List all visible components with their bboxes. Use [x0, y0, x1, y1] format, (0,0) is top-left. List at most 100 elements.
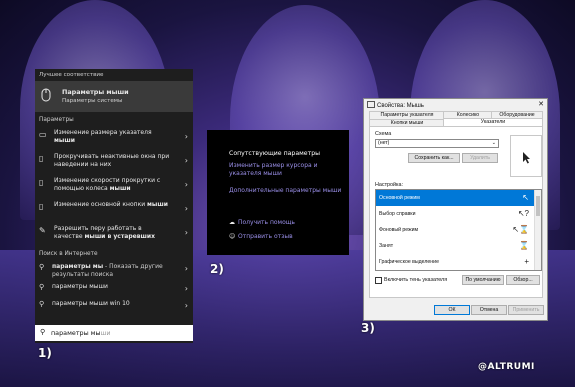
- web-result[interactable]: ⚲ параметры мыши ›: [35, 280, 193, 297]
- arrow-cursor-icon: [523, 152, 530, 164]
- step-label-3: 3): [361, 321, 375, 335]
- setting-label: Изменение размера указателя: [54, 129, 152, 136]
- best-match-subtitle: Параметры системы: [62, 98, 123, 104]
- setting-item[interactable]: ▯ Изменение основной кнопки мыши ›: [35, 198, 193, 222]
- setting-label: Изменение основной кнопки: [54, 201, 146, 208]
- additional-mouse-settings-link[interactable]: Дополнительные параметры мыши: [229, 187, 344, 195]
- pointers-tab-panel: Схема (нет) ⌄ Сохранить как... Удалить Н…: [369, 126, 543, 298]
- arrow-cursor-icon: ↖: [522, 193, 529, 202]
- setting-label: Изменение скорости прокрутки с помощью к…: [54, 177, 161, 193]
- setting-item[interactable]: ▯ Прокручивать неактивные окна при навед…: [35, 150, 193, 174]
- dialog-title-text: Свойства: Мышь: [377, 103, 424, 109]
- best-match-header: Лучшее соответствие: [39, 72, 104, 78]
- pointer-shadow-checkbox[interactable]: [375, 277, 382, 284]
- search-autocomplete-text: ши: [100, 329, 111, 337]
- chevron-right-icon: ›: [184, 204, 188, 213]
- web-result[interactable]: ⚲ параметры мыши win 10 ›: [35, 297, 193, 314]
- browse-button[interactable]: Обзор...: [506, 275, 540, 285]
- web-result-query: параметры мыши win 10: [52, 300, 130, 307]
- setting-label-bold: мыши в устаревших: [84, 233, 155, 241]
- web-result-query: параметры мыши: [52, 283, 108, 290]
- start-search-panel: Лучшее соответствие Параметры мыши Парам…: [35, 69, 193, 343]
- list-item[interactable]: Графическое выделение +: [376, 254, 541, 270]
- setting-label-bold: мыши: [109, 185, 131, 193]
- crosshair-icon: +: [524, 257, 529, 266]
- customize-label: Настройка:: [375, 182, 404, 188]
- related-settings-panel: Сопутствующие параметры Изменить размер …: [207, 130, 349, 255]
- delete-button[interactable]: Удалить: [462, 153, 498, 163]
- pen-icon: ✎: [39, 226, 46, 235]
- web-search-header: Поиск в Интернете: [39, 251, 98, 257]
- help-icon: ☁: [229, 219, 235, 226]
- help-cursor-icon: ↖?: [517, 209, 529, 218]
- chevron-right-icon: ›: [184, 132, 188, 141]
- cursor-preview: [510, 135, 542, 177]
- cursor-name: Занят: [379, 243, 394, 249]
- setting-item[interactable]: ▭ Изменение размера указателя мыши ›: [35, 126, 193, 150]
- search-icon: ⚲: [39, 283, 45, 291]
- list-item[interactable]: Фоновый режим ↖⌛: [376, 222, 541, 238]
- apply-button[interactable]: Применить: [508, 305, 544, 315]
- mouse-properties-dialog: Свойства: Мышь ✕ Параметры указателя Кол…: [363, 98, 548, 321]
- list-item[interactable]: Занят ⌛: [376, 238, 541, 254]
- setting-label-bold: мыши: [54, 137, 75, 145]
- related-settings-title: Сопутствующие параметры: [229, 150, 321, 157]
- cancel-button[interactable]: Отмена: [471, 305, 507, 315]
- send-feedback-link[interactable]: ☺ Отправить отзыв: [229, 233, 293, 240]
- close-icon[interactable]: ✕: [538, 100, 544, 108]
- chevron-right-icon: ›: [184, 180, 188, 189]
- pointer-shadow-label: Включить тень указателя: [384, 277, 448, 283]
- feedback-icon: ☺: [229, 233, 236, 240]
- list-scrollbar[interactable]: [534, 190, 541, 270]
- scheme-select[interactable]: (нет) ⌄: [375, 139, 499, 148]
- tab-pointer-options[interactable]: Параметры указателя: [369, 111, 445, 119]
- chevron-right-icon: ›: [184, 301, 188, 310]
- scheme-label: Схема: [375, 131, 392, 137]
- search-input[interactable]: ⚲ параметры мыши: [35, 325, 193, 341]
- scheme-value: (нет): [378, 140, 390, 146]
- mouse-icon: ▯: [39, 178, 44, 187]
- cursor-name: Графическое выделение: [379, 259, 439, 265]
- search-typed-text: параметры мы: [51, 329, 101, 337]
- chevron-right-icon: ›: [184, 284, 188, 293]
- step-label-2: 2): [210, 262, 224, 276]
- watermark: @ALTRUMI: [478, 362, 535, 372]
- chevron-right-icon: ›: [184, 264, 188, 273]
- get-help-label: Получить помощь: [238, 219, 295, 226]
- cursor-name: Выбор справки: [379, 211, 416, 217]
- step-label-1: 1): [38, 346, 52, 360]
- chevron-right-icon: ›: [184, 156, 188, 165]
- web-result-query: параметры мы: [52, 263, 104, 270]
- cursor-name: Основной режим: [379, 195, 420, 201]
- setting-label-bold: мыши: [147, 201, 168, 208]
- hourglass-icon: ⌛: [519, 241, 529, 250]
- cursor-name: Фоновый режим: [379, 227, 419, 233]
- search-icon: ⚲: [39, 300, 45, 308]
- web-result[interactable]: ⚲ параметры мы - Показать другие результ…: [35, 260, 193, 280]
- setting-item[interactable]: ✎ Разрешить перу работать в качестве мыш…: [35, 222, 193, 246]
- use-default-button[interactable]: По умолчанию: [462, 275, 504, 285]
- search-icon: ⚲: [40, 328, 46, 336]
- cursor-list[interactable]: Основной режим ↖ Выбор справки ↖? Фоновы…: [375, 189, 542, 271]
- list-item[interactable]: Основной режим ↖: [376, 190, 541, 206]
- setting-item[interactable]: ▯ Изменение скорости прокрутки с помощью…: [35, 174, 193, 198]
- mouse-icon: ▯: [39, 154, 44, 163]
- mouse-icon: [41, 88, 51, 102]
- chevron-right-icon: ›: [184, 228, 188, 237]
- settings-header: Параметры: [39, 117, 74, 123]
- list-item[interactable]: Выбор справки ↖?: [376, 206, 541, 222]
- pointer-size-link[interactable]: Изменить размер курсора и указателя мыши: [229, 162, 344, 178]
- send-feedback-label: Отправить отзыв: [238, 233, 293, 240]
- best-match-title: Параметры мыши: [62, 88, 129, 96]
- get-help-link[interactable]: ☁ Получить помощь: [229, 219, 295, 226]
- best-match-result[interactable]: Параметры мыши Параметры системы: [35, 81, 193, 112]
- setting-label: Прокручивать неактивные окна при наведен…: [54, 153, 170, 169]
- chevron-down-icon: ⌄: [491, 140, 496, 146]
- search-icon: ⚲: [39, 263, 45, 271]
- scrollbar-thumb[interactable]: [536, 196, 540, 216]
- ok-button[interactable]: ОК: [434, 305, 470, 315]
- busy-arrow-cursor-icon: ↖⌛: [512, 225, 529, 234]
- mouse-icon: ▯: [39, 202, 44, 211]
- display-icon: ▭: [39, 130, 47, 139]
- save-as-button[interactable]: Сохранить как...: [408, 153, 460, 163]
